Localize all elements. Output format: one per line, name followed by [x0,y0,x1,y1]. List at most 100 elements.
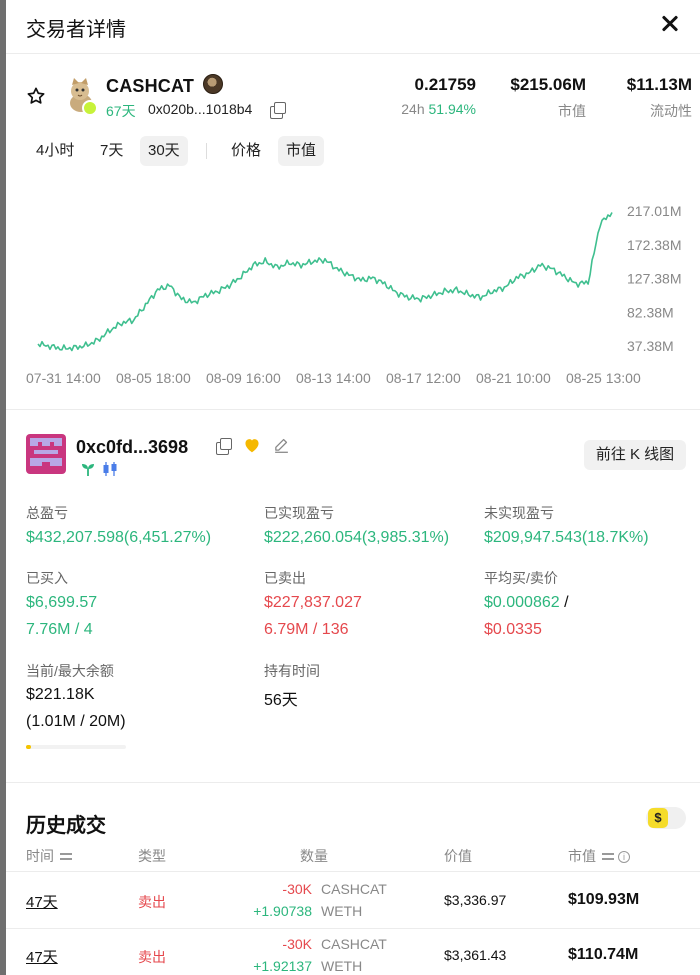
trader-avatar [26,434,66,474]
dollar-icon: $ [648,808,668,828]
market-cap-value: $215.06M [510,75,586,94]
section-divider-2 [6,782,700,783]
token-name: CASHCAT [106,76,195,96]
sold-usd: $227,837.027 [264,594,362,611]
row-token-in: WETH [321,903,363,919]
hold-time-value: 56天 [264,692,298,709]
candlestick-icon [103,462,117,476]
info-icon[interactable]: i [618,851,630,863]
avg-buy-price: $0.000862 [484,594,560,611]
bought-usd: $6,699.57 [26,594,98,611]
realized-pnl-label: 已实现盈亏 [264,505,334,521]
usd-toggle[interactable]: $ [646,807,686,829]
row-token-in: WETH [321,958,363,974]
trader-address: 0xc0fd...3698 [76,437,189,457]
price-change: 24h 51.94% [401,101,476,117]
balance-label: 当前/最大余额 [26,663,114,679]
y-tick-label: 127.38M [627,271,681,287]
unrealized-pnl-value: $209,947.543(18.7K%) [484,529,649,546]
row-mcap: $109.93M [568,891,640,908]
row-mcap: $110.74M [568,946,639,963]
tab-range-7d[interactable]: 7天 [92,136,131,166]
tab-range-4h[interactable]: 4小时 [28,136,82,166]
x-tick-label: 08-17 12:00 [386,370,461,386]
col-mcap-label: 市值 [568,848,596,864]
unrealized-pnl-label: 未实现盈亏 [484,505,554,521]
row-time[interactable]: 47天 [26,891,58,912]
y-tick-label: 82.38M [627,304,674,320]
y-tick-label: 172.38M [627,237,681,253]
row-token-out: CASHCAT [321,936,387,952]
swap-sort-icon[interactable] [59,851,73,861]
history-title: 历史成交 [26,815,106,837]
x-tick-label: 08-25 13:00 [566,370,641,386]
trader-detail-panel: 交易者详情 CASHCAT 67天 0x020b...1018b4 0.2175… [6,0,700,975]
x-tick-label: 07-31 14:00 [26,370,101,386]
sprout-icon [82,464,94,476]
row-divider [6,871,700,872]
token-price: 0.21759 [414,75,476,94]
balance-progress [26,745,126,749]
sold-label: 已卖出 [264,570,306,586]
balance-value: $221.18K [26,686,95,703]
hold-time-label: 持有时间 [264,663,320,679]
token-age: 67天 [106,103,136,119]
total-pnl-label: 总盈亏 [26,505,68,521]
market-cap-chart: 217.01M 172.38M 127.38M 82.38M 37.38M 07-31 1… [26,203,681,386]
avg-sell-price: $0.0335 [484,621,542,638]
edit-icon[interactable] [273,436,290,453]
header: 交易者详情 [6,0,700,54]
row-token-out: CASHCAT [321,881,387,897]
tab-mode-mcap[interactable]: 市值 [278,136,325,166]
token-address: 0x020b...1018b4 [148,101,253,117]
balance-sub: (1.01M / 20M) [26,713,126,730]
sold-qty: 6.79M / 136 [264,621,349,638]
total-pnl-value: $432,207.598(6,451.27%) [26,529,212,546]
swap-sort-icon-2[interactable] [601,851,615,861]
row-type: 卖出 [138,949,166,965]
feather-badge-icon [82,100,98,116]
copy-icon[interactable] [270,102,286,119]
row-qty-in: +1.92137 [253,958,312,974]
close-icon[interactable] [658,9,686,37]
col-time[interactable]: 时间 [26,846,73,866]
row-type: 卖出 [138,894,166,910]
row-value: $3,336.97 [444,892,507,908]
row-qty-out: -30K [282,936,312,952]
col-type: 类型 [138,848,166,864]
bought-qty: 7.76M / 4 [26,621,93,638]
y-tick-label: 37.38M [627,338,674,354]
realized-pnl-value: $222,260.054(3,985.31%) [264,529,450,546]
copy-trader-icon[interactable] [216,438,232,455]
page-title: 交易者详情 [26,19,126,41]
x-tick-label: 08-21 10:00 [476,370,551,386]
change-value: 51.94% [428,101,476,117]
go-to-kline-button[interactable]: 前往 K 线图 [584,440,686,470]
y-tick-label: 217.01M [627,203,681,219]
x-tick-label: 08-05 18:00 [116,370,191,386]
row-qty-out: -30K [282,881,312,897]
row-qty-in: +1.90738 [253,903,312,919]
balance-progress-fill [26,745,31,749]
tab-mode-price[interactable]: 价格 [223,136,269,166]
series-line [37,212,613,352]
avg-separator: / [559,594,569,611]
col-qty: 数量 [300,848,328,864]
liquidity-value: $11.13M [626,75,692,94]
col-time-label: 时间 [26,848,54,864]
section-divider [6,409,700,410]
star-icon[interactable] [26,86,46,106]
liquidity-label: 流动性 [650,103,692,119]
row-time[interactable]: 47天 [26,946,58,967]
tab-range-30d[interactable]: 30天 [140,136,188,166]
x-tick-label: 08-09 16:00 [206,370,281,386]
tab-separator [206,143,207,159]
row-divider [6,928,700,929]
bought-label: 已买入 [26,570,68,586]
avg-price-label: 平均买/卖价 [484,570,558,586]
heart-icon[interactable] [243,437,261,453]
x-tick-label: 08-13 14:00 [296,370,371,386]
avg-price-buy-row: $0.000862 / [484,594,569,612]
col-mcap[interactable]: 市值 i [568,846,630,866]
row-value: $3,361.43 [444,947,507,963]
